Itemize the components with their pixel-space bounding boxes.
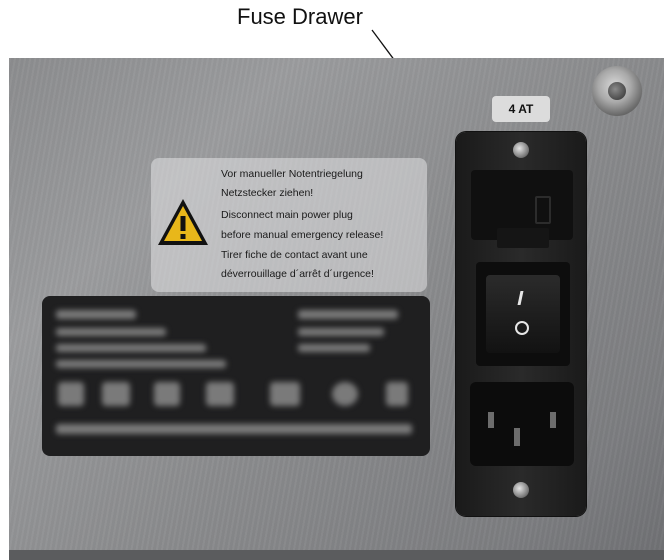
fuse-drawer-callout: Fuse Drawer (237, 4, 363, 29)
warning-line-2: Netzstecker ziehen! (221, 187, 314, 199)
inlet-pin-left (488, 412, 494, 428)
warning-line-5: Tirer fiche de contact avant une (221, 249, 368, 261)
warning-line-4: before manual emergency release! (221, 229, 384, 241)
warning-line-6: déverrouillage d´arrêt d´urgence! (221, 268, 374, 280)
warning-line-3: Disconnect main power plug (221, 209, 353, 221)
mounting-bolt (592, 66, 642, 116)
fuse-rating-label: 4 AT (492, 96, 550, 122)
rating-plate-blurred (42, 296, 430, 456)
warning-triangle-icon (158, 199, 208, 245)
power-switch[interactable] (486, 275, 560, 353)
module-bottom-screw (513, 482, 529, 498)
inlet-pin-right (550, 412, 556, 428)
fuse-drawer-pull-tab[interactable] (497, 228, 549, 248)
panel-bottom-edge (9, 550, 664, 560)
warning-line-1: Vor manueller Notentriegelung (221, 168, 363, 180)
inlet-pin-earth (514, 428, 520, 446)
module-top-screw (513, 142, 529, 158)
fuse-drawer-slot (535, 196, 551, 224)
switch-off-symbol (515, 321, 529, 335)
power-inlet-socket[interactable] (470, 382, 574, 466)
